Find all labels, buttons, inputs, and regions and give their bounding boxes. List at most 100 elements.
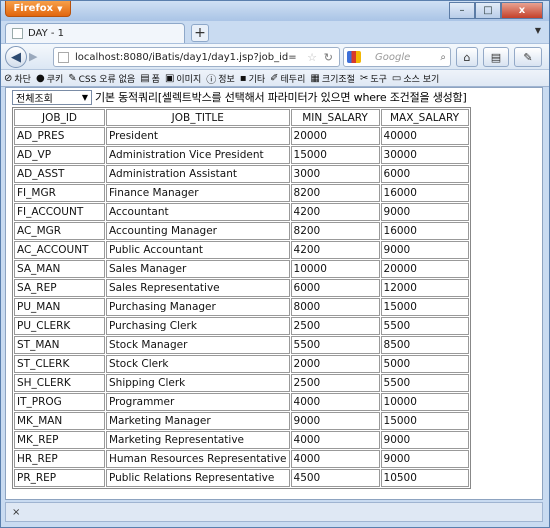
maximize-button[interactable]: □	[475, 2, 501, 19]
cell-min-salary: 4200	[290, 241, 380, 259]
cell-min-salary: 4000	[290, 450, 380, 468]
cell-min-salary: 6000	[290, 279, 380, 297]
table-row: AD_PRES President 20000 40000	[14, 127, 469, 145]
cell-max-salary: 15000	[380, 412, 469, 430]
toolbar-item-outline[interactable]: ✐ 테두리	[270, 72, 305, 85]
search-icon[interactable]: ⌕	[440, 52, 446, 63]
toolbar-item-label: 이미지	[176, 74, 202, 85]
cell-job-id: SA_REP	[14, 279, 105, 297]
cell-job-id: PU_MAN	[14, 298, 105, 316]
toolbar-item-source[interactable]: ▭ 소스 보기	[392, 72, 439, 85]
toolbar-item-label: 테두리	[280, 74, 306, 85]
cell-max-salary: 5500	[380, 374, 469, 392]
table-body: AD_PRES President 20000 40000 AD_VP Administr…	[14, 127, 469, 487]
search-bar[interactable]: Google ⌕	[343, 47, 451, 67]
url-bar[interactable]: localhost:8080/iBatis/day1/day1.jsp?job_…	[53, 47, 340, 67]
forward-button[interactable]: ▶	[29, 50, 37, 63]
close-window-button[interactable]: x	[501, 2, 543, 19]
cell-job-id: MK_REP	[14, 431, 105, 449]
cell-job-id: AD_VP	[14, 146, 105, 164]
cell-job-id: SH_CLERK	[14, 374, 105, 392]
info-icon: ⓘ	[206, 74, 217, 86]
cell-job-id: SA_MAN	[14, 260, 105, 278]
url-text: localhost:8080/iBatis/day1/day1.jsp?job_…	[75, 51, 297, 63]
cell-job-id: ST_CLERK	[14, 355, 105, 373]
table-row: SA_MAN Sales Manager 10000 20000	[14, 260, 469, 278]
toolbar-item-pencil[interactable]: ✎ CSS 오류 없음	[68, 72, 135, 85]
pencil-icon: ✎	[68, 72, 77, 84]
toolbar-item-form[interactable]: ▤ 폼	[140, 72, 160, 85]
home-button[interactable]: ⌂	[456, 47, 478, 67]
toolbar-item-label: 정보	[218, 74, 235, 85]
search-engine-icon[interactable]	[347, 51, 361, 63]
table-row: AD_VP Administration Vice President 15000 3…	[14, 146, 469, 164]
cell-min-salary: 3000	[290, 165, 380, 183]
addon-button[interactable]: ✎	[514, 47, 542, 67]
cell-job-title: Purchasing Manager	[106, 298, 290, 316]
cell-min-salary: 5500	[290, 336, 380, 354]
bookmark-star-icon[interactable]: ☆	[307, 51, 317, 64]
cell-job-id: AD_PRES	[14, 127, 105, 145]
bookmarks-icon: ▤	[490, 50, 502, 64]
toolbar-item-label: 도구	[370, 74, 387, 85]
column-header-job-id: JOB_ID	[14, 109, 105, 126]
toolbar-item-label: 기타	[248, 74, 266, 85]
job-filter-select[interactable]: 전체조회 ▼	[12, 89, 92, 105]
firefox-menu-button[interactable]: Firefox ▼	[5, 1, 71, 17]
table-row: AC_MGR Accounting Manager 8200 16000	[14, 222, 469, 240]
close-findbar-icon[interactable]: ×	[12, 507, 20, 518]
toolbar-item-info[interactable]: ⓘ 정보	[206, 71, 235, 86]
resize-icon: ▦	[310, 72, 320, 84]
cell-job-title: Sales Representative	[106, 279, 290, 297]
cell-min-salary: 4200	[290, 203, 380, 221]
reload-icon[interactable]: ↻	[324, 51, 333, 64]
tab-day1[interactable]: DAY - 1	[5, 23, 185, 43]
tab-title: DAY - 1	[28, 28, 65, 39]
cell-max-salary: 6000	[380, 165, 469, 183]
cell-job-title: Purchasing Clerk	[106, 317, 290, 335]
cell-max-salary: 16000	[380, 184, 469, 202]
table-row: SH_CLERK Shipping Clerk 2500 5500	[14, 374, 469, 392]
search-placeholder: Google	[375, 51, 411, 63]
cell-job-title: President	[106, 127, 290, 145]
table-row: MK_REP Marketing Representative 4000 9000	[14, 431, 469, 449]
cell-job-title: Accounting Manager	[106, 222, 290, 240]
firefox-menu-label: Firefox	[13, 3, 54, 14]
table-row: ST_MAN Stock Manager 5500 8500	[14, 336, 469, 354]
tab-list-icon[interactable]: ▼	[535, 26, 541, 35]
cell-job-title: Stock Clerk	[106, 355, 290, 373]
form-icon: ▤	[140, 72, 150, 84]
cell-max-salary: 9000	[380, 203, 469, 221]
toolbar-item-label: 쿠키	[46, 74, 64, 85]
bookmarks-button[interactable]: ▤	[483, 47, 509, 67]
toolbar-item-block[interactable]: ⊘ 차단	[4, 72, 31, 85]
cell-job-id: FI_ACCOUNT	[14, 203, 105, 221]
cell-max-salary: 5500	[380, 317, 469, 335]
query-controls: 전체조회 ▼ 기본 동적쿼리[셀렉트박스를 선택해서 파라미터가 있으면 whe…	[6, 88, 542, 106]
toolbar-item-person[interactable]: ● 쿠키	[36, 72, 63, 85]
cell-job-title: Marketing Representative	[106, 431, 290, 449]
cell-job-id: HR_REP	[14, 450, 105, 468]
toolbar-item-image[interactable]: ▣ 이미지	[165, 72, 201, 85]
cell-job-title: Programmer	[106, 393, 290, 411]
chevron-down-icon: ▼	[81, 92, 88, 102]
column-header-min-salary: MIN_SALARY	[290, 109, 380, 126]
back-arrow-icon: ◀	[11, 49, 21, 65]
table-row: IT_PROG Programmer 4000 10000	[14, 393, 469, 411]
toolbar-item-tools[interactable]: ✂ 도구	[360, 72, 387, 85]
toolbar-item-label: 소스 보기	[403, 74, 440, 85]
back-button[interactable]: ◀	[5, 46, 27, 68]
cell-job-title: Administration Assistant	[106, 165, 290, 183]
new-tab-button[interactable]: +	[191, 24, 209, 42]
toolbar-item-misc[interactable]: ▪ 기타	[240, 72, 265, 85]
tab-strip: DAY - 1 + ▼	[1, 21, 549, 43]
minimize-button[interactable]: –	[449, 2, 475, 19]
select-value: 전체조회	[16, 93, 53, 105]
toolbar-item-resize[interactable]: ▦ 크기조절	[310, 72, 355, 85]
cell-max-salary: 30000	[380, 146, 469, 164]
source-icon: ▭	[391, 72, 402, 84]
table-row: MK_MAN Marketing Manager 9000 15000	[14, 412, 469, 430]
developer-toolbar: ⊘ 차단 ● 쿠키 ✎ CSS 오류 없음 ▤ 폼 ▣ 이미지 ⓘ 정보 ▪ 기타 ✐ 테두리 ▦ 크기조절 ✂ 도구…	[1, 69, 549, 87]
table-header-row: JOB_ID JOB_TITLE MIN_SALARY MAX_SALARY	[14, 109, 469, 126]
cell-max-salary: 20000	[380, 260, 469, 278]
